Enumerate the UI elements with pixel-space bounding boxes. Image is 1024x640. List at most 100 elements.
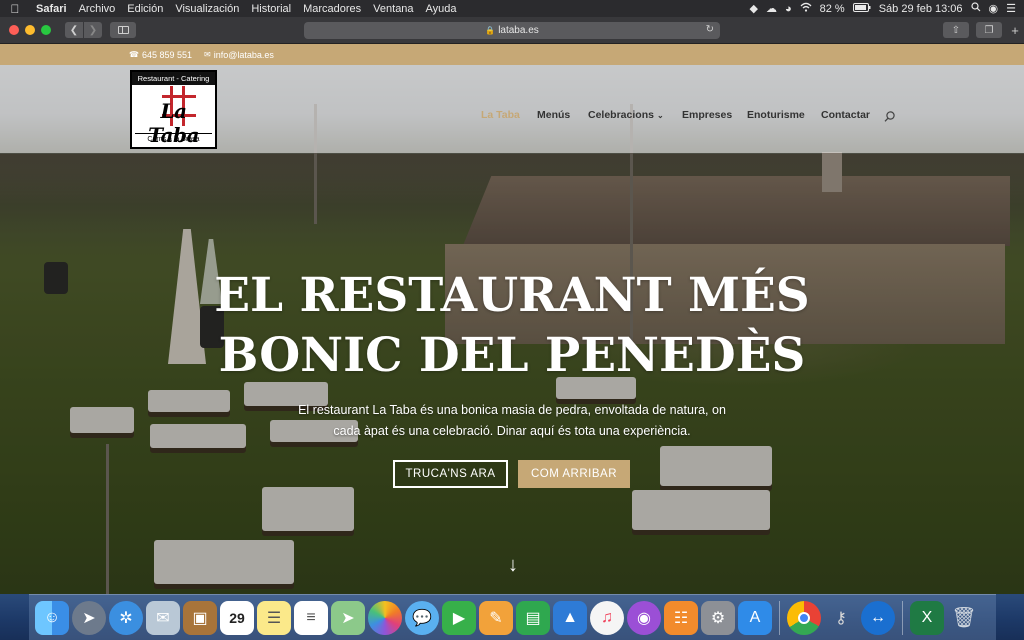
hero-title: EL RESTAURANT MÉS BONIC DEL PENEDÈS [0,266,1024,386]
menu-app-name[interactable]: Safari [30,3,73,15]
nav-contactar[interactable]: Contactar [821,109,870,121]
window-controls [9,25,51,35]
new-tab-button[interactable]: + [1008,22,1022,38]
battery-percent[interactable]: 82 % [820,3,845,15]
safari-icon[interactable]: ✲ [109,600,143,635]
share-icon: ⇧ [951,24,961,36]
battery-icon[interactable] [852,2,871,15]
app-store-icon[interactable]: A [738,600,772,635]
forward-button[interactable]: ❯ [84,22,102,38]
sidebar-toggle-button[interactable] [110,22,136,38]
nav-enoturisme[interactable]: Enoturisme [747,109,821,121]
music-icon[interactable]: ♫ [590,600,624,635]
numbers-icon[interactable]: ▤ [516,600,550,635]
notes-book-icon[interactable]: ▣ [183,600,217,635]
nav-empreses[interactable]: Empreses [682,109,747,121]
notification-center-icon[interactable]: ☰ [1006,2,1016,15]
reload-icon[interactable]: ↻ [706,24,714,35]
address-bar[interactable]: 🔒 lataba.es ↻ [304,22,720,39]
dropbox-icon[interactable]: ◆ [750,2,758,15]
tabs-icon: ❐ [984,24,994,36]
back-button[interactable]: ❮ [65,22,83,38]
trash-icon[interactable]: 🗑 [947,601,981,635]
keychain-icon[interactable]: ⚷ [824,601,858,635]
web-page: ☎ 645 859 551 ✉ info@lataba.es Restauran… [0,44,1024,594]
facetime-icon[interactable]: ▶ [442,600,476,635]
photos-icon[interactable] [368,600,402,635]
chevron-down-icon: ⌄ [656,110,664,120]
menu-marcadores[interactable]: Marcadores [297,3,367,15]
hero-subtitle-line-2: cada àpat és una celebració. Dinar aquí … [333,424,691,438]
phone-link[interactable]: ☎ 645 859 551 [129,50,192,60]
menu-ventana[interactable]: Ventana [367,3,419,15]
clock[interactable]: Sáb 29 feb 13:06 [879,3,963,15]
user-avatar-icon[interactable]: ◉ [989,2,999,15]
logo-subtitle: Carns a la Brasa [135,133,212,145]
wifi-icon[interactable] [800,2,812,15]
browser-toolbar: ❮ ❯ 🔒 lataba.es ↻ ⇧ ❐ + [0,17,1024,44]
sidebar-icon [117,26,129,34]
hero-title-line-1: EL RESTAURANT MÉS [214,268,810,323]
site-header: Restaurant - Catering La Taba Carns a la… [0,65,1024,153]
finder-icon[interactable]: ☺ [35,600,69,635]
menu-ayuda[interactable]: Ayuda [420,3,463,15]
menu-bar:  Safari Archivo Edición Visualización H… [0,0,1024,17]
tab-overview-button[interactable]: ❐ [976,22,1002,38]
mail-icon[interactable]: ✉ [146,600,180,635]
fullscreen-window-button[interactable] [41,25,51,35]
call-us-button[interactable]: TRUCA'NS ARA [393,460,508,488]
pages-icon[interactable]: ✎ [479,600,513,635]
minimize-window-button[interactable] [25,25,35,35]
reminders-icon[interactable]: ≡ [294,600,328,635]
share-button[interactable]: ⇧ [943,22,969,38]
system-preferences-icon[interactable]: ⚙ [701,600,735,635]
close-window-button[interactable] [9,25,19,35]
search-icon[interactable] [884,111,895,122]
keynote-icon[interactable]: ▲ [553,600,587,635]
nav-celebracions[interactable]: Celebracions ⌄ [588,109,682,121]
email-link[interactable]: ✉ info@lataba.es [204,50,274,60]
nav-celebracions-label: Celebracions [588,109,654,121]
menu-edicion[interactable]: Edición [121,3,169,15]
hero-title-line-2: BONIC DEL PENEDÈS [218,328,806,383]
top-info-bar: ☎ 645 859 551 ✉ info@lataba.es [0,44,1024,65]
books-icon[interactable]: ☷ [664,600,698,635]
excel-icon[interactable]: X [910,600,944,635]
menu-archivo[interactable]: Archivo [73,3,122,15]
cloud-icon[interactable]: ☁ [766,2,777,15]
envelope-icon: ✉ [204,50,211,59]
dock-separator [779,600,780,635]
apple-menu-icon[interactable]:  [0,2,30,16]
phone-icon: ☎ [129,50,139,59]
teamviewer-icon[interactable]: ↔ [861,600,895,635]
messages-icon[interactable]: 💬 [405,600,439,635]
menu-visualizacion[interactable]: Visualización [169,3,245,15]
nav-la-taba[interactable]: La Taba [481,109,537,121]
launchpad-icon[interactable]: ➤ [72,600,106,635]
address-url: lataba.es [498,25,539,36]
calendar-icon[interactable]: 29 [220,600,254,635]
hero-subtitle: El restaurant La Taba és una bonica masi… [230,400,794,442]
phone-number: 645 859 551 [141,49,193,60]
nav-menus[interactable]: Menús [537,109,588,121]
logo-tagline: Restaurant - Catering [132,72,215,85]
how-to-arrive-button[interactable]: COM ARRIBAR [518,460,630,488]
plus-icon: + [1011,22,1019,38]
maps-icon[interactable]: ➤ [331,600,365,635]
podcasts-icon[interactable]: ◉ [627,600,661,635]
lock-icon: 🔒 [485,26,496,35]
dock-separator [902,600,903,635]
spotlight-search-icon[interactable] [970,2,981,15]
notes-icon[interactable]: ☰ [257,600,291,635]
creative-cloud-icon[interactable]: ◕ [785,3,792,15]
dock: ☺ ➤ ✲ ✉ ▣ 29 ☰ ≡ ➤ 💬 ▶ ✎ ▤ ▲ ♫ ◉ ☷ ⚙ A ⚷… [29,594,996,640]
chevron-left-icon: ❮ [69,24,79,36]
menu-historial[interactable]: Historial [245,3,297,15]
scroll-down-arrow-icon[interactable]: ↓ [503,554,523,577]
history-buttons: ❮ ❯ [65,22,102,38]
site-logo[interactable]: Restaurant - Catering La Taba Carns a la… [130,70,217,149]
hero-subtitle-line-1: El restaurant La Taba és una bonica masi… [298,403,726,417]
chrome-icon[interactable] [787,600,821,635]
email-address: info@lataba.es [213,49,274,60]
chevron-right-icon: ❯ [88,24,98,36]
